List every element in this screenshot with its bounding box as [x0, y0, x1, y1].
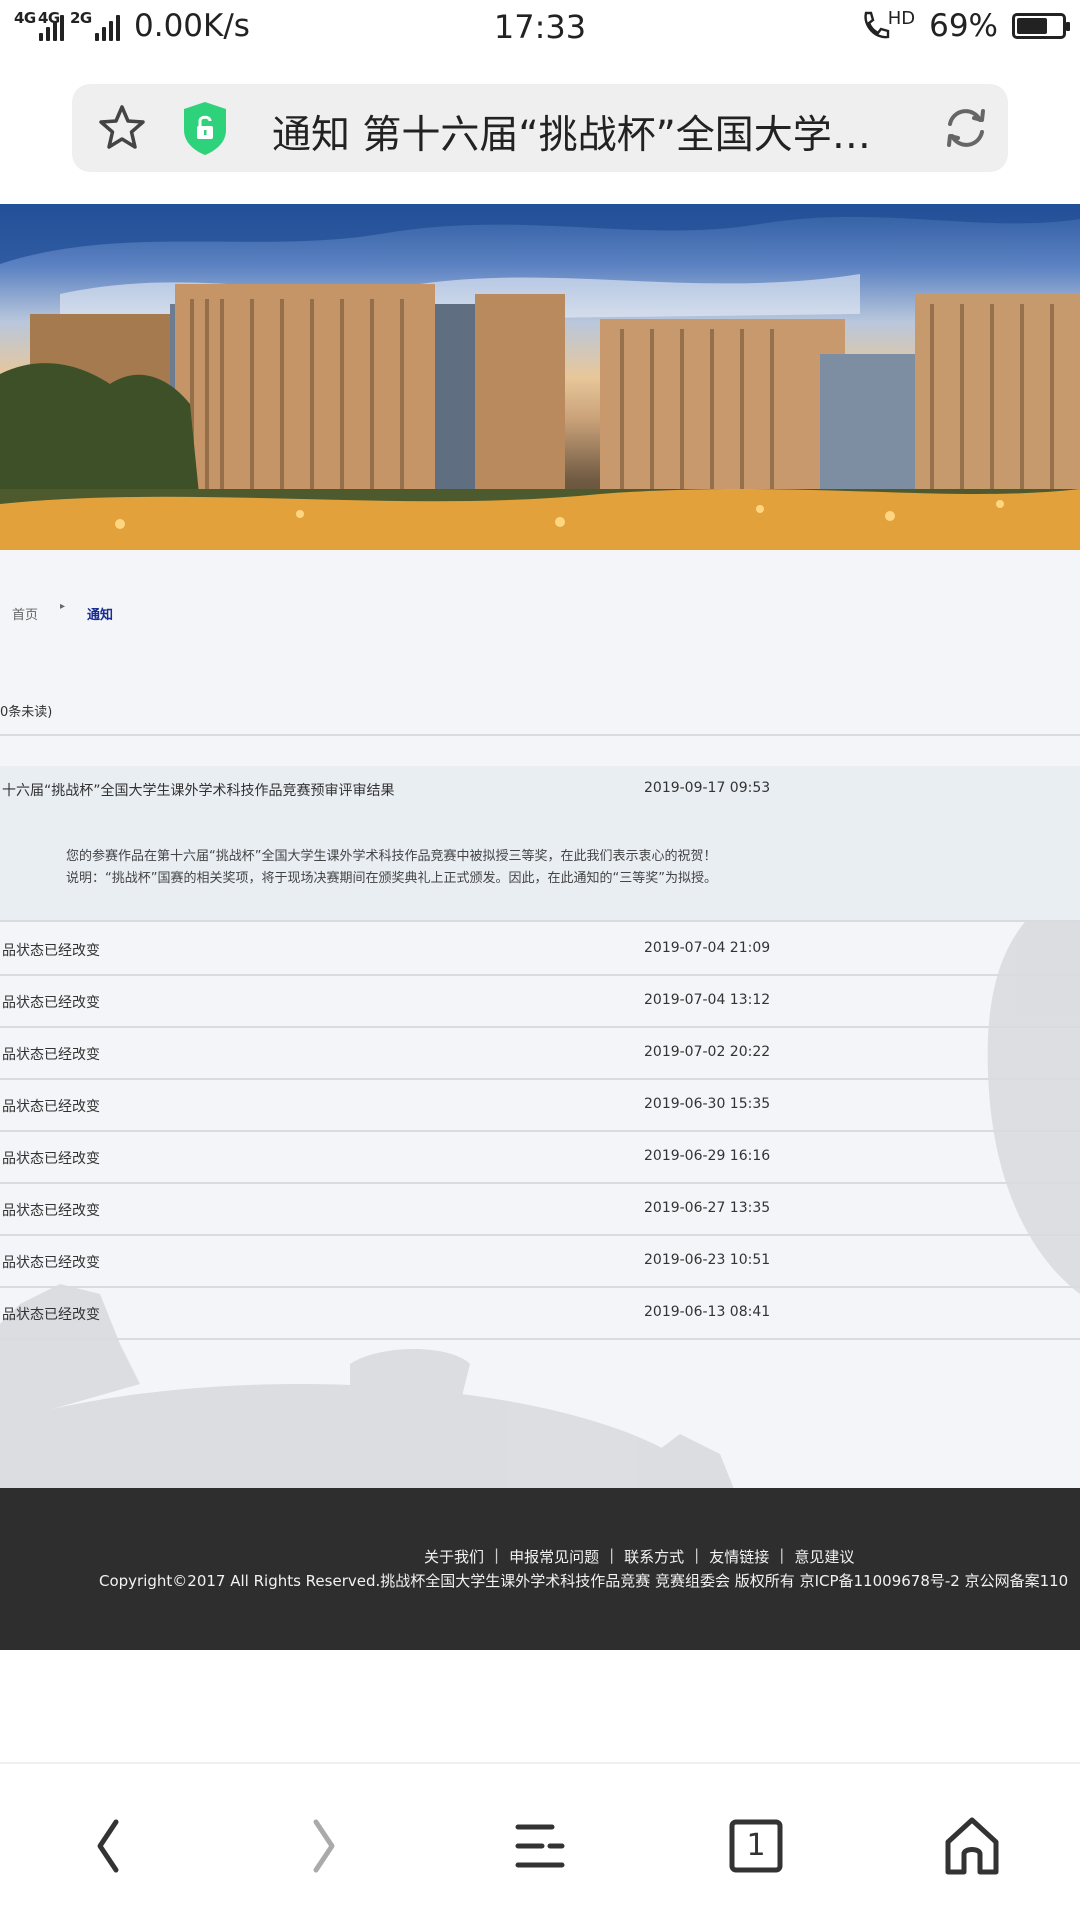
menu-button[interactable]	[500, 1806, 580, 1886]
notice-title[interactable]: 品状态已经改变	[2, 1304, 100, 1324]
forward-button[interactable]	[284, 1806, 364, 1886]
page-title[interactable]: 通知 第十六届“挑战杯”全国大学生课外学术科技作品竞赛	[272, 104, 892, 160]
notice-detail-line: 说明：“挑战杯”国赛的相关奖项，将于现场决赛期间在颁奖典礼上正式颁发。因此，在此…	[66, 871, 717, 886]
home-button[interactable]	[932, 1806, 1012, 1886]
notice-date: 2019-07-04 21:09	[644, 940, 771, 956]
footer-separator: |	[779, 1546, 785, 1564]
footer-link-friends[interactable]: 友情链接	[709, 1546, 769, 1567]
notice-row[interactable]: 品状态已经改变 2019-06-23 10:51	[0, 1236, 1080, 1288]
menu-icon[interactable]	[512, 1821, 568, 1871]
address-bar[interactable]: 通知 第十六届“挑战杯”全国大学生课外学术科技作品竞赛	[72, 84, 1008, 172]
notice-date: 2019-06-30 15:35	[644, 1096, 771, 1112]
campus-buildings-illustration	[0, 204, 1080, 550]
notice-row[interactable]: 品状态已经改变 2019-06-30 15:35	[0, 1080, 1080, 1132]
forward-icon[interactable]	[304, 1818, 344, 1874]
site-footer: 关于我们 | 申报常见问题 | 联系方式 | 友情链接 | 意见建议 Copyr…	[0, 1488, 1080, 1650]
notice-date: 2019-06-27 13:35	[644, 1200, 771, 1216]
battery-percent: 69%	[929, 8, 998, 44]
notice-list: 品状态已经改变 2019-07-04 21:09 品状态已经改变 2019-07-0…	[0, 924, 1080, 1340]
notice-detail-line: 您的参赛作品在第十六届“挑战杯”全国大学生课外学术科技作品竞赛中被拟授三等奖，在…	[66, 849, 717, 864]
notice-date: 2019-06-23 10:51	[644, 1252, 771, 1268]
footer-separator: |	[494, 1546, 500, 1564]
reload-icon[interactable]	[940, 102, 992, 154]
notice-title[interactable]: 品状态已经改变	[2, 1044, 100, 1064]
notice-title[interactable]: 品状态已经改变	[2, 1148, 100, 1168]
web-page: 首页 ▸ 通知 0条未读) 十六届“挑战杯”全国大学生课外学术科技作品竞赛预审评…	[0, 204, 1080, 1650]
browser-bottom-nav: 1	[0, 1762, 1080, 1920]
notice-row[interactable]: 品状态已经改变 2019-07-04 21:09	[0, 924, 1080, 976]
status-bar: 4G 4G 2G 0.00K/s 17:33 HD 69%	[0, 0, 1080, 56]
notice-row[interactable]: 品状态已经改变 2019-07-04 13:12	[0, 976, 1080, 1028]
unread-count: 0条未读)	[0, 705, 53, 720]
chevron-right-icon: ▸	[60, 601, 66, 612]
star-icon[interactable]	[96, 102, 148, 154]
footer-link-faq[interactable]: 申报常见问题	[509, 1546, 599, 1567]
notice-row[interactable]: 品状态已经改变 2019-07-02 20:22	[0, 1028, 1080, 1080]
battery-icon	[1012, 13, 1070, 39]
notice-title[interactable]: 品状态已经改变	[2, 1252, 100, 1272]
notice-date: 2019-06-29 16:16	[644, 1148, 771, 1164]
notice-row[interactable]: 品状态已经改变 2019-06-29 16:16	[0, 1132, 1080, 1184]
notice-date: 2019-07-04 13:12	[644, 992, 771, 1008]
hd-label: HD	[887, 7, 916, 29]
footer-link-contact[interactable]: 联系方式	[624, 1546, 684, 1567]
footer-separator: |	[694, 1546, 700, 1564]
footer-link-about[interactable]: 关于我们	[424, 1546, 484, 1567]
notice-row[interactable]: 品状态已经改变 2019-06-13 08:41	[0, 1288, 1080, 1340]
footer-link-feedback[interactable]: 意见建议	[794, 1546, 854, 1567]
battery-fill	[1017, 18, 1047, 34]
notice-date: 2019-06-13 08:41	[644, 1304, 771, 1320]
notice-detail: 您的参赛作品在第十六届“挑战杯”全国大学生课外学术科技作品竞赛中被拟授三等奖，在…	[66, 846, 717, 890]
notice-title[interactable]: 品状态已经改变	[2, 940, 100, 960]
breadcrumb-home[interactable]: 首页	[12, 604, 38, 623]
breadcrumb-current[interactable]: 通知	[87, 604, 113, 623]
notice-title[interactable]: 十六届“挑战杯”全国大学生课外学术科技作品竞赛预审评审结果	[2, 780, 395, 800]
footer-links: 关于我们 | 申报常见问题 | 联系方式 | 友情链接 | 意见建议	[424, 1546, 854, 1567]
shield-lock-icon[interactable]	[182, 100, 228, 156]
notice-date: 2019-09-17 09:53	[644, 780, 771, 796]
copyright-text: Copyright©2017 All Rights Reserved.挑战杯全国…	[99, 1572, 1069, 1590]
footer-separator: |	[609, 1546, 615, 1564]
notice-row[interactable]: 品状态已经改变 2019-06-27 13:35	[0, 1184, 1080, 1236]
tab-count: 1	[746, 1828, 766, 1863]
notice-title[interactable]: 品状态已经改变	[2, 1096, 100, 1116]
home-icon[interactable]	[942, 1816, 1002, 1876]
back-button[interactable]	[68, 1806, 148, 1886]
hero-banner-image	[0, 204, 1080, 550]
back-icon[interactable]	[88, 1818, 128, 1874]
notice-title[interactable]: 品状态已经改变	[2, 992, 100, 1012]
tabs-button[interactable]: 1	[716, 1806, 796, 1886]
divider	[0, 734, 1080, 736]
breadcrumb: 首页 ▸ 通知	[12, 601, 113, 623]
status-right: HD 69%	[858, 7, 1070, 44]
hd-call-icon	[864, 11, 889, 39]
notice-date: 2019-07-02 20:22	[644, 1044, 771, 1060]
notice-expanded[interactable]: 十六届“挑战杯”全国大学生课外学术科技作品竞赛预审评审结果 2019-09-17…	[0, 766, 1080, 922]
notice-title[interactable]: 品状态已经改变	[2, 1200, 100, 1220]
